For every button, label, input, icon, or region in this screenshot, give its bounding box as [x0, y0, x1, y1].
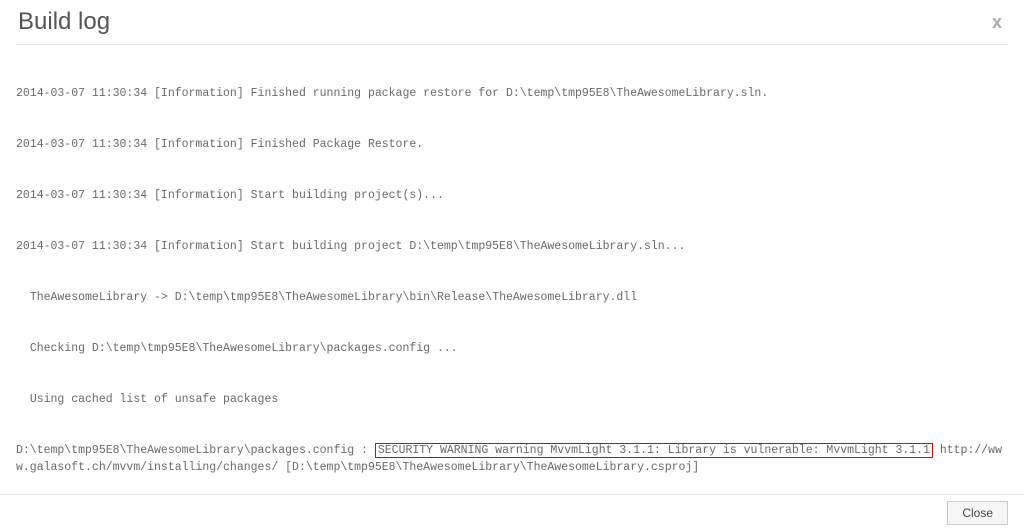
- close-icon[interactable]: x: [988, 12, 1006, 33]
- log-line: 2014-03-07 11:30:34 [Information] Start …: [16, 187, 1004, 204]
- log-line: 2014-03-07 11:30:34 [Information] Finish…: [16, 85, 1004, 102]
- log-line: TheAwesomeLibrary -> D:\temp\tmp95E8\The…: [16, 289, 1004, 306]
- dialog-footer: Close: [0, 494, 1024, 530]
- log-scroll-area[interactable]: 2014-03-07 11:30:34 [Information] Finish…: [16, 44, 1008, 500]
- log-text: D:\temp\tmp95E8\TheAwesomeLibrary\packag…: [16, 444, 375, 457]
- log-line-highlighted: D:\temp\tmp95E8\TheAwesomeLibrary\packag…: [16, 442, 1004, 476]
- close-button[interactable]: Close: [947, 501, 1008, 525]
- security-warning-highlight: SECURITY WARNING warning MvvmLight 3.1.1…: [375, 443, 933, 458]
- log-line: Checking D:\temp\tmp95E8\TheAwesomeLibra…: [16, 340, 1004, 357]
- dialog-title: Build log: [18, 8, 110, 36]
- log-content: 2014-03-07 11:30:34 [Information] Finish…: [16, 45, 1008, 500]
- log-line: 2014-03-07 11:30:34 [Information] Finish…: [16, 136, 1004, 153]
- dialog-header: Build log x: [0, 0, 1024, 44]
- log-line: 2014-03-07 11:30:34 [Information] Start …: [16, 238, 1004, 255]
- log-line: Using cached list of unsafe packages: [16, 391, 1004, 408]
